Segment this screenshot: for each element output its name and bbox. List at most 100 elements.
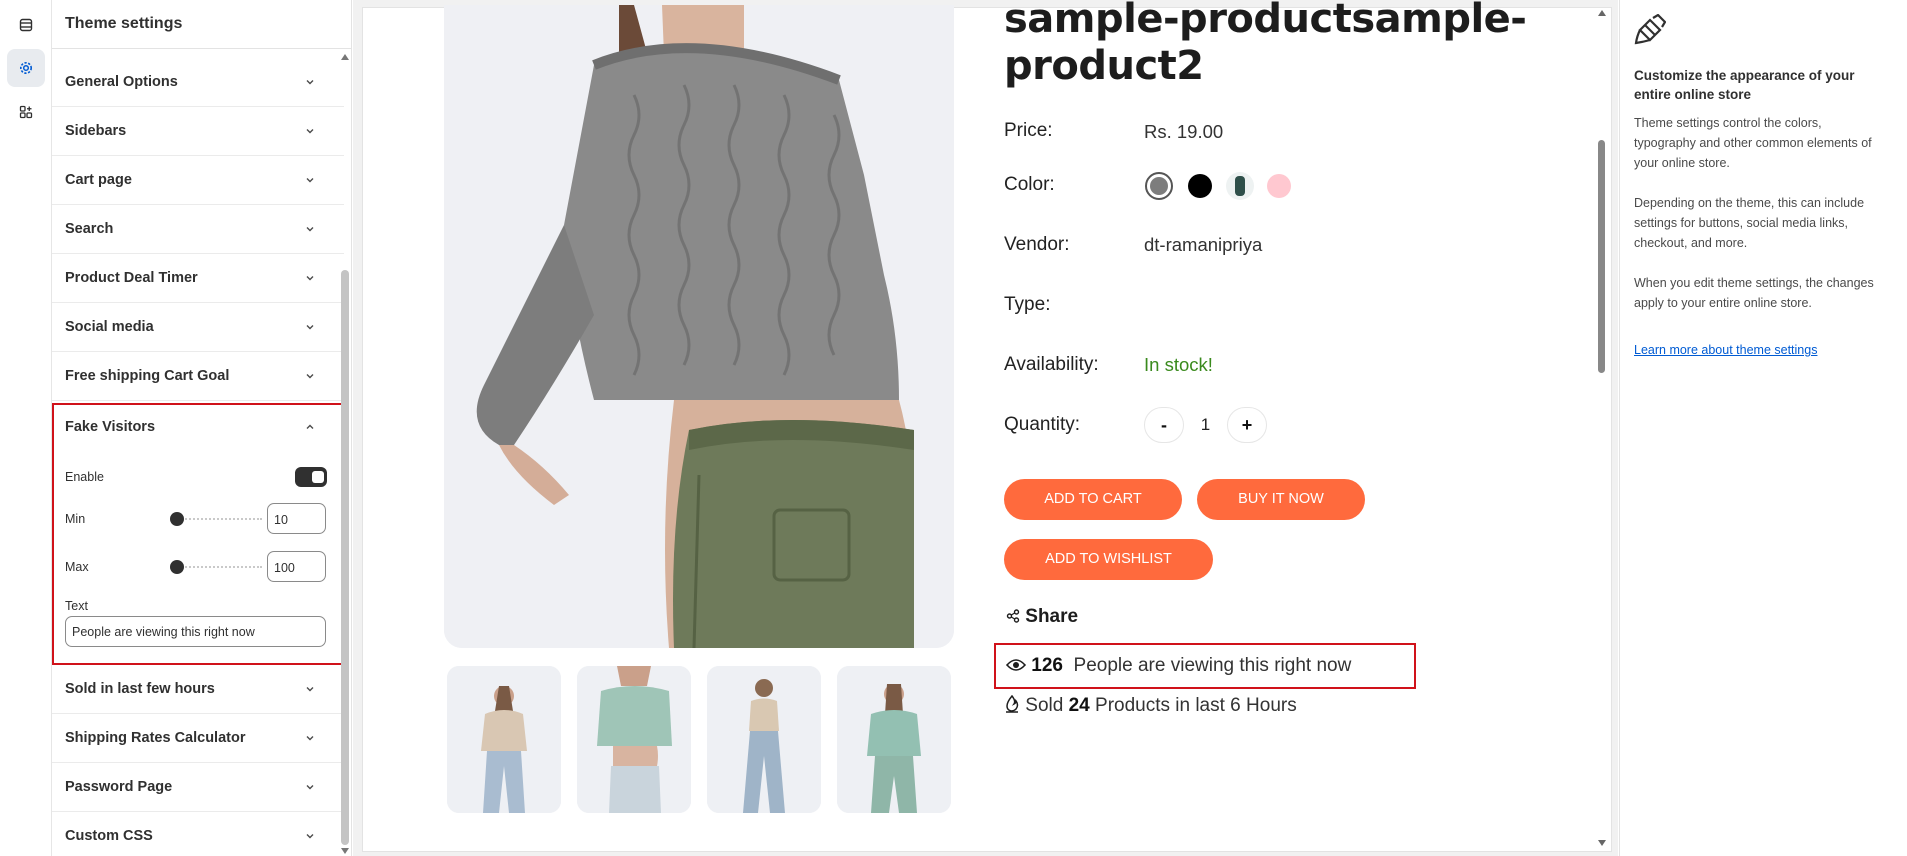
section-label: Password Page — [65, 779, 173, 795]
chevron-down-icon — [306, 325, 314, 330]
section-label: Cart page — [65, 172, 132, 188]
product-photo-illustration — [444, 5, 954, 648]
swatch-fill — [1150, 177, 1168, 195]
chevron-down-icon — [306, 178, 314, 183]
slider-track — [174, 518, 262, 520]
visitors-line: 126 People are viewing this right now — [1005, 655, 1352, 677]
color-label: Color: — [1004, 174, 1055, 195]
sold-prefix: Sold — [1025, 695, 1064, 716]
add-to-wishlist-button[interactable]: ADD TO WISHLIST — [1004, 539, 1213, 580]
panel-title: Theme settings — [65, 15, 183, 32]
chevron-down-icon — [306, 687, 314, 692]
slider-handle[interactable] — [170, 512, 184, 526]
apps-nav-button[interactable] — [7, 93, 45, 131]
section-product-deal-timer[interactable]: Product Deal Timer — [52, 254, 344, 303]
quantity-input[interactable]: 1 — [1184, 415, 1227, 435]
section-free-shipping-cart-goal[interactable]: Free shipping Cart Goal — [52, 352, 344, 401]
slider-handle[interactable] — [170, 560, 184, 574]
theme-editor: Theme settings General Options Sidebars … — [0, 0, 1907, 856]
color-swatch[interactable] — [1226, 172, 1254, 200]
paint-brush-icon — [1634, 14, 1666, 45]
theme-settings-panel: Theme settings General Options Sidebars … — [52, 0, 352, 856]
vendor-value[interactable]: dt-ramanipriya — [1144, 234, 1262, 256]
max-input[interactable]: 100 — [267, 551, 326, 582]
visitors-text: People are viewing this right now — [1073, 655, 1352, 676]
preview-scroll-down-arrow-icon[interactable] — [1598, 840, 1606, 846]
min-input[interactable]: 10 — [267, 503, 326, 534]
vendor-label: Vendor: — [1004, 234, 1070, 255]
slider-track — [174, 566, 262, 568]
chevron-down-icon — [306, 834, 314, 839]
color-swatch-selected[interactable] — [1145, 172, 1173, 200]
flame-icon — [1006, 694, 1019, 713]
panel-header: Theme settings — [52, 0, 352, 49]
product-main-image[interactable] — [444, 5, 954, 648]
thumbnail-image — [837, 666, 951, 813]
theme-settings-nav-button[interactable] — [7, 49, 45, 87]
availability-value: In stock! — [1144, 354, 1213, 375]
share-button[interactable]: Share — [1006, 606, 1078, 628]
share-icon — [1006, 609, 1020, 623]
chevron-down-icon — [306, 736, 314, 741]
apps-icon — [19, 105, 33, 119]
product-title-line: sample-productsample- — [1004, 0, 1527, 42]
enable-toggle[interactable] — [295, 467, 327, 487]
info-paragraph: Theme settings control the colors, typog… — [1634, 116, 1872, 170]
panel-scrollbar[interactable] — [341, 270, 349, 845]
section-sidebars[interactable]: Sidebars — [52, 107, 344, 156]
product-title: sample-productsample- product2 — [1004, 0, 1527, 90]
text-input[interactable]: People are viewing this right now — [65, 616, 326, 647]
chevron-up-icon[interactable] — [304, 421, 316, 433]
max-slider[interactable] — [170, 560, 262, 574]
sold-suffix: Products in last 6 Hours — [1095, 695, 1297, 716]
section-label: Social media — [65, 319, 154, 335]
min-slider[interactable] — [170, 512, 262, 526]
preview-scroll-up-arrow-icon[interactable] — [1598, 10, 1606, 16]
swatch-fill — [1188, 174, 1212, 198]
quantity-increase-button[interactable]: + — [1227, 407, 1267, 443]
add-to-cart-button[interactable]: ADD TO CART — [1004, 479, 1182, 520]
sections-nav-button[interactable] — [7, 6, 45, 44]
editor-nav-rail — [0, 0, 52, 856]
info-paragraph: When you edit theme settings, the change… — [1634, 276, 1874, 310]
section-label[interactable]: Fake Visitors — [65, 419, 155, 435]
scroll-up-arrow-icon[interactable] — [341, 54, 349, 60]
product-thumbnail[interactable] — [707, 666, 821, 813]
sold-recently-line: Sold 24 Products in last 6 Hours — [1004, 694, 1297, 717]
sections-icon — [19, 18, 33, 32]
section-password-page[interactable]: Password Page — [52, 763, 344, 812]
type-label: Type: — [1004, 294, 1051, 315]
product-thumbnail[interactable] — [447, 666, 561, 813]
product-thumbnail[interactable] — [577, 666, 691, 813]
product-thumbnail[interactable] — [837, 666, 951, 813]
section-custom-css[interactable]: Custom CSS — [52, 812, 344, 856]
preview-scrollbar[interactable] — [1598, 140, 1605, 373]
info-heading: Customize the appearance of your entire … — [1634, 68, 1855, 102]
price-value: Rs. 19.00 — [1144, 121, 1224, 142]
section-label: Product Deal Timer — [65, 270, 198, 286]
quantity-stepper: - 1 + — [1144, 407, 1267, 443]
section-cart-page[interactable]: Cart page — [52, 156, 344, 205]
quantity-decrease-button[interactable]: - — [1144, 407, 1184, 443]
text-label: Text — [65, 599, 88, 613]
section-general-options[interactable]: General Options — [52, 58, 344, 107]
min-label: Min — [65, 512, 86, 526]
section-label: Sold in last few hours — [65, 681, 215, 697]
section-social-media[interactable]: Social media — [52, 303, 344, 352]
section-fake-visitors: Fake Visitors Enable Min 10 Max 100 Text… — [52, 403, 344, 665]
buy-it-now-button[interactable]: BUY IT NOW — [1197, 479, 1365, 520]
section-search[interactable]: Search — [52, 205, 344, 254]
scroll-down-arrow-icon[interactable] — [341, 848, 349, 854]
info-paragraph: Depending on the theme, this can include… — [1634, 196, 1865, 250]
section-shipping-rates-calculator[interactable]: Shipping Rates Calculator — [52, 714, 344, 763]
thumbnail-image — [707, 666, 821, 813]
section-label: Shipping Rates Calculator — [65, 730, 246, 746]
price-label: Price: — [1004, 120, 1053, 141]
learn-more-link[interactable]: Learn more about theme settings — [1634, 343, 1817, 357]
chevron-down-icon — [306, 129, 314, 134]
color-swatch[interactable] — [1265, 172, 1293, 200]
section-label: Custom CSS — [65, 828, 153, 844]
color-swatch[interactable] — [1186, 172, 1214, 200]
chevron-down-icon — [306, 374, 314, 379]
section-sold-in-last-few-hours[interactable]: Sold in last few hours — [52, 665, 344, 714]
